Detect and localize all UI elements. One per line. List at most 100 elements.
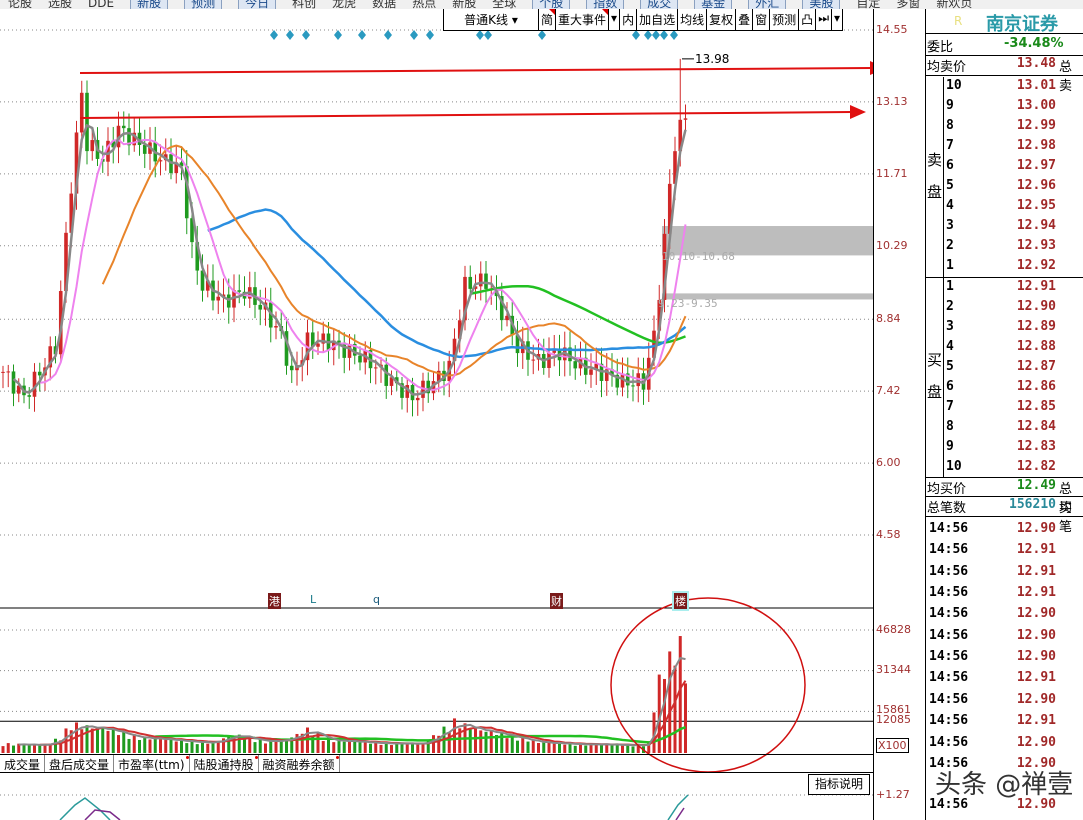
- buy-level-row[interactable]: 4 12.88: [926, 339, 1083, 359]
- tick-price: 12.90: [1016, 627, 1056, 643]
- volume-bar: [668, 651, 672, 753]
- event-diamond: [426, 30, 434, 40]
- tick-price: 12.91: [1016, 542, 1056, 558]
- level-price: 13.00: [1016, 98, 1056, 113]
- avg-sell-value: 13.48: [1016, 56, 1056, 71]
- r-mark: R: [954, 14, 963, 28]
- buy-level-row[interactable]: 7 12.85: [926, 399, 1083, 419]
- tick-time: 14:56: [929, 670, 969, 686]
- event-marker[interactable]: q: [372, 593, 381, 606]
- sell-level-row[interactable]: 1 12.92: [926, 258, 1083, 278]
- volume-bar: [143, 736, 147, 753]
- major-events-button[interactable]: 重大事件: [556, 9, 610, 30]
- buy-level-row[interactable]: 3 12.89: [926, 319, 1083, 339]
- sell-level-row[interactable]: 5 12.96: [926, 178, 1083, 198]
- volume-tick-label: 46828: [876, 623, 911, 636]
- price-tick-label: 10.29: [876, 239, 908, 252]
- window-button[interactable]: 窗: [753, 9, 771, 30]
- buy-level-row[interactable]: 1 12.91: [926, 279, 1083, 299]
- level-price: 12.87: [1016, 359, 1056, 374]
- arrow-head-icon: [850, 105, 866, 119]
- level-number: 1: [946, 279, 954, 294]
- indicator-help-button[interactable]: 指标说明: [808, 774, 870, 795]
- nav-item[interactable]: 多窗: [896, 0, 920, 9]
- tick-row: 14:56 12.91: [926, 564, 1083, 584]
- level-price: 12.94: [1016, 218, 1056, 233]
- candle-body: [531, 359, 536, 361]
- kline-type-select[interactable]: 普通K线 ▾: [444, 9, 539, 30]
- level-price: 12.88: [1016, 339, 1056, 354]
- volume-bar: [516, 740, 519, 753]
- sell-level-row[interactable]: 9 13.00: [926, 98, 1083, 118]
- trades-value: 156210: [1009, 497, 1056, 512]
- volume-bar: [148, 739, 152, 753]
- sell-level-row[interactable]: 3 12.94: [926, 218, 1083, 238]
- buy-level-row[interactable]: 8 12.84: [926, 419, 1083, 439]
- sell-level-row[interactable]: 8 12.99: [926, 118, 1083, 138]
- indicator-tab[interactable]: 市盈率(ttm): [114, 755, 190, 772]
- volume-bar: [253, 742, 257, 753]
- candle-body: [32, 371, 37, 397]
- event-diamond: [270, 30, 278, 40]
- next-icon[interactable]: ⏭: [816, 9, 832, 30]
- buy-level-row[interactable]: 5 12.87: [926, 359, 1083, 379]
- event-diamond: [410, 30, 418, 40]
- volume-bar: [584, 745, 588, 753]
- event-diamond: [334, 30, 342, 40]
- event-marker[interactable]: L: [309, 593, 317, 606]
- volume-bar: [185, 743, 189, 753]
- overlay-button[interactable]: 叠: [736, 9, 754, 30]
- candle-body: [589, 369, 593, 375]
- nav-item[interactable]: 新欢页: [936, 0, 972, 9]
- event-marker[interactable]: 楼: [672, 591, 689, 611]
- buy-level-row[interactable]: 10 12.82: [926, 459, 1083, 479]
- volume-bar: [174, 741, 178, 753]
- buy-level-row[interactable]: 6 12.86: [926, 379, 1083, 399]
- sell-level-row[interactable]: 10 13.01: [926, 78, 1083, 98]
- kline-chart[interactable]: [0, 0, 873, 820]
- buy-level-row[interactable]: 9 12.83: [926, 439, 1083, 459]
- tick-price: 12.90: [1016, 606, 1056, 622]
- level-price: 12.82: [1016, 459, 1056, 474]
- forecast-button[interactable]: 预测: [770, 9, 800, 30]
- indicator-tab[interactable]: 盘后成交量: [45, 755, 115, 772]
- add-favorite-button[interactable]: 加自选: [637, 9, 679, 30]
- volume-bar: [22, 745, 26, 753]
- events-dropdown[interactable]: ▾: [609, 9, 621, 30]
- volume-bar: [411, 743, 414, 753]
- adjust-button[interactable]: 复权: [707, 9, 737, 30]
- level-number: 9: [946, 439, 954, 454]
- level-number: 4: [946, 198, 954, 213]
- candle-body: [683, 118, 688, 120]
- indicator-tab[interactable]: 融资融券余额: [259, 755, 340, 772]
- event-marker[interactable]: 财: [550, 593, 563, 609]
- level-price: 12.98: [1016, 138, 1056, 153]
- volume-bar: [111, 729, 115, 753]
- volume-bar: [206, 743, 210, 753]
- sell-level-row[interactable]: 6 12.97: [926, 158, 1083, 178]
- tick-row: 14:56 12.91: [926, 585, 1083, 605]
- indicator-tab[interactable]: 陆股通持股: [190, 755, 259, 772]
- sell-level-row[interactable]: 4 12.95: [926, 198, 1083, 218]
- indicator-tab[interactable]: 成交量: [0, 755, 46, 772]
- candle-body: [1, 371, 5, 373]
- volume-bar: [421, 743, 425, 753]
- volume-bar: [684, 683, 687, 753]
- more-dropdown[interactable]: ▾: [832, 9, 842, 30]
- inner-button[interactable]: 内: [620, 9, 638, 30]
- order-book-panel: R 南京证券 委比 -34.48% 均卖价 13.48 总卖 卖 盘 买 盘 1…: [925, 9, 1083, 820]
- tick-time: 14:56: [929, 563, 969, 579]
- sell-level-row[interactable]: 2 12.93: [926, 238, 1083, 258]
- buy-level-row[interactable]: 2 12.90: [926, 299, 1083, 319]
- ratio-label: 委比: [927, 40, 954, 55]
- event-diamond: [538, 30, 546, 40]
- volume-bar: [12, 745, 15, 753]
- simple-button[interactable]: 简: [539, 9, 557, 30]
- event-marker[interactable]: 港: [268, 593, 281, 609]
- price-tick-label: 7.42: [876, 384, 901, 397]
- ma-button[interactable]: 均线: [678, 9, 708, 30]
- lock-icon[interactable]: 凸: [799, 9, 817, 30]
- sell-level-row[interactable]: 7 12.98: [926, 138, 1083, 158]
- tick-time: 14:56: [929, 713, 969, 729]
- volume-bar: [337, 739, 341, 753]
